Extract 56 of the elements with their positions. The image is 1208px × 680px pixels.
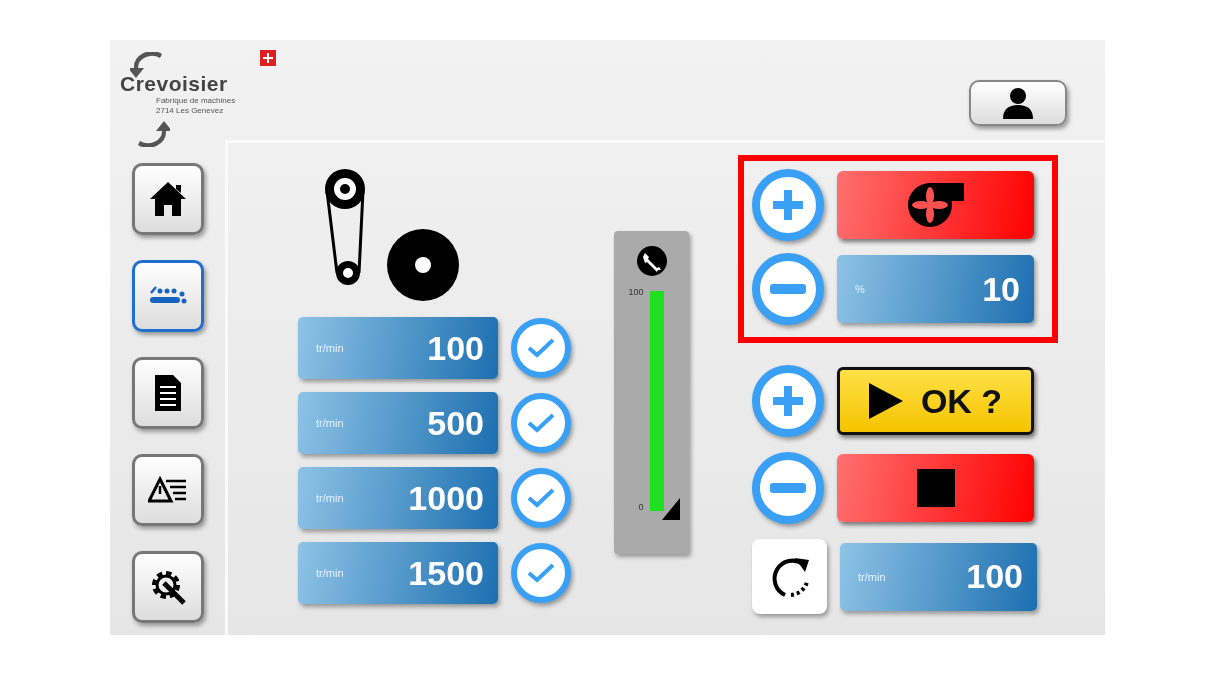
speed-display[interactable]: tr/min 1000 (298, 467, 498, 529)
minus-button[interactable] (752, 253, 824, 325)
speed-value: 1000 (408, 478, 484, 518)
plus-icon (771, 384, 805, 418)
confirm-button[interactable] (511, 318, 571, 378)
percent-value: 10 (982, 269, 1020, 309)
percent-display[interactable]: % 10 (837, 255, 1034, 323)
minus-icon (770, 483, 806, 493)
start-button[interactable]: OK ? (837, 367, 1034, 435)
confirm-button[interactable] (511, 543, 571, 603)
check-icon (527, 563, 555, 583)
stop-button[interactable] (837, 454, 1034, 522)
pointer-icon (661, 498, 680, 520)
plus-button[interactable] (752, 169, 824, 241)
unit-label: tr/min (316, 342, 344, 354)
nav-button[interactable] (131, 454, 204, 526)
logo-name: Crevoisier (120, 72, 229, 96)
speed-value: 500 (427, 403, 484, 443)
stop-icon (916, 469, 955, 507)
speed-display[interactable]: tr/min 500 (298, 392, 498, 454)
warning-list-icon (147, 475, 188, 505)
speed-value: 100 (427, 328, 484, 368)
speed-display[interactable]: tr/min 100 (298, 317, 498, 379)
logo-subtitle: 2714 Les Genevez (156, 106, 225, 116)
unit-label: % (855, 283, 865, 295)
confirm-button[interactable] (511, 468, 571, 528)
nav-button[interactable] (131, 163, 204, 235)
unit-label: tr/min (316, 492, 344, 504)
minus-button[interactable] (752, 452, 824, 524)
check-icon (527, 488, 555, 508)
unit-label: tr/min (858, 570, 886, 583)
nav-button[interactable] (131, 357, 204, 429)
minus-icon (770, 284, 806, 294)
confirm-button[interactable] (511, 393, 571, 453)
user-button[interactable] (969, 80, 1067, 126)
check-icon (527, 338, 555, 358)
check-icon (527, 413, 555, 433)
scale-min-label: 0 (637, 502, 644, 512)
plus-button[interactable] (752, 365, 824, 437)
speed-display[interactable]: tr/min 100 (840, 542, 1037, 611)
nav-button[interactable] (131, 551, 204, 623)
scale-max-label: 100 (627, 287, 644, 297)
user-icon (1001, 87, 1035, 119)
logo-subtitle: Fabrique de machines (156, 96, 237, 106)
reset-button[interactable] (752, 539, 827, 614)
speed-display[interactable]: tr/min 1500 (298, 542, 498, 604)
fan-button[interactable] (837, 171, 1034, 239)
speed-value: 1500 (408, 553, 484, 593)
play-icon (868, 383, 903, 419)
document-icon (152, 373, 183, 413)
plus-icon (771, 188, 805, 222)
unit-label: tr/min (316, 567, 344, 579)
speed-value: 100 (966, 557, 1023, 596)
unit-label: tr/min (316, 417, 344, 429)
wrench-icon (635, 245, 668, 277)
swiss-flag-icon (260, 50, 276, 66)
